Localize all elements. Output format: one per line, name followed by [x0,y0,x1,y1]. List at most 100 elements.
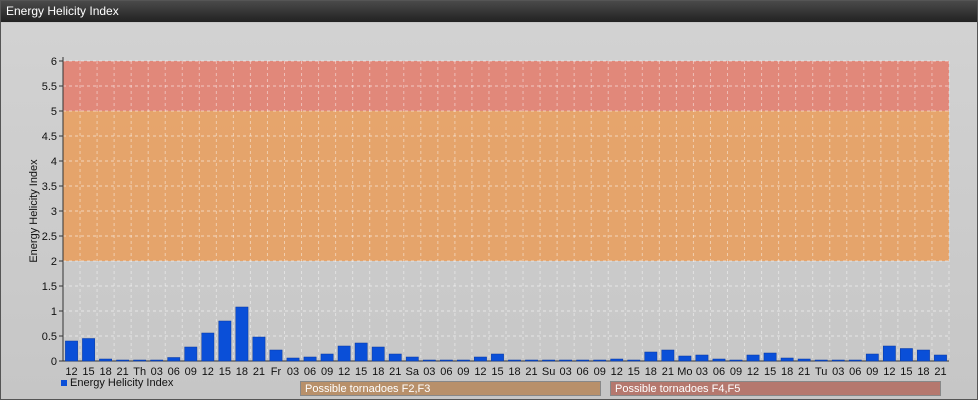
bar-11 [252,336,266,362]
legend-band-f4f5: Possible tornadoes F4,F5 [610,381,941,396]
x-tick-label-48: 12 [883,366,895,378]
x-tick-label-12: Fr [271,366,282,378]
bar-4 [133,359,147,362]
bar-21 [422,359,436,362]
bar-42 [780,357,794,362]
bar-0 [65,340,78,362]
x-tick-label-11: 21 [253,366,265,378]
bar-15 [320,353,334,362]
x-tick-label-50: 18 [917,366,929,378]
x-tick-label-31: 09 [594,366,606,378]
x-tick-label-28: Su [542,366,555,378]
bar-37 [695,354,709,362]
bar-1 [82,338,95,362]
y-axis-label: Energy Helicity Index [28,159,40,263]
x-tick-label-42: 18 [781,366,793,378]
legend-band-f2f3-label: Possible tornadoes F2,F3 [305,383,431,395]
x-tick-label-35: 21 [662,366,674,378]
x-tick-label-26: 18 [508,366,520,378]
x-tick-label-45: 03 [832,366,844,378]
bar-50 [917,349,930,362]
legend-band-f2f3: Possible tornadoes F2,F3 [300,381,601,396]
bar-18 [371,346,385,362]
x-tick-label-22: 06 [440,366,452,378]
bar-47 [865,353,879,362]
bar-35 [661,349,675,362]
bar-23 [457,359,470,362]
x-tick-label-43: 21 [798,366,810,378]
y-tick-label-12: 6 [51,56,57,68]
x-tick-label-24: 12 [474,366,486,378]
x-tick-label-46: 06 [849,366,861,378]
bar-17 [354,342,368,362]
x-tick-label-34: 18 [645,366,657,378]
x-tick-label-7: 09 [185,366,197,378]
x-tick-label-23: 09 [457,366,469,378]
bar-6 [167,357,181,362]
bar-51 [934,354,947,362]
bar-33 [627,359,641,362]
chart-area: 0 0.5 1 1.5 2 2.5 3 3.5 4 4.5 5 5.5 6 Energy Helicity… [1,23,977,399]
x-tick-label-8: 12 [202,366,214,378]
bar-22 [439,359,453,362]
x-tick-label-37: 03 [696,366,708,378]
y-tick-label-7: 3.5 [42,181,57,193]
bar-20 [405,356,419,362]
bar-29 [559,359,573,362]
bar-38 [712,358,726,362]
y-tick-label-5: 2.5 [42,231,57,243]
x-tick-label-41: 15 [764,366,776,378]
x-tick-label-15: 09 [321,366,333,378]
legend-swatch-series [61,380,67,386]
y-tick-label-0: 0 [51,356,57,368]
x-tick-label-40: 12 [747,366,759,378]
bar-43 [797,358,811,362]
bar-39 [729,359,743,362]
x-tick-label-16: 12 [338,366,350,378]
chart-window: Energy Helicity Index 0 0.5 1 1.5 2 2.5 3 3.5 4 4… [0,0,978,400]
x-tick-label-49: 15 [900,366,912,378]
y-tick-label-1: 0.5 [42,331,57,343]
y-tick-label-9: 4.5 [42,131,57,143]
bar-28 [542,359,555,362]
bar-40 [746,354,760,362]
x-tick-label-19: 21 [389,366,401,378]
y-tick-label-11: 5.5 [42,81,57,93]
y-tick-label-6: 3 [51,206,57,218]
bar-34 [644,351,658,362]
bar-24 [474,356,487,362]
y-tick-label-3: 1.5 [42,281,57,293]
title-bar: Energy Helicity Index [1,1,977,22]
bar-48 [882,345,896,362]
x-tick-label-25: 15 [491,366,503,378]
bar-12 [269,349,283,362]
x-tick-label-21: 03 [423,366,435,378]
bar-25 [491,353,504,362]
bar-49 [900,348,913,362]
x-tick-label-51: 21 [934,366,946,378]
x-tick-label-27: 21 [525,366,537,378]
bar-14 [303,356,317,362]
x-tick-label-32: 12 [611,366,623,378]
y-tick-label-10: 5 [51,106,57,118]
x-tick-label-29: 03 [560,366,572,378]
bar-32 [610,358,624,362]
x-tick-label-30: 06 [577,366,589,378]
x-tick-label-47: 09 [866,366,878,378]
y-tick-label-8: 4 [51,156,57,168]
bar-13 [286,357,300,362]
bar-3 [116,359,130,362]
bar-41 [763,352,777,362]
bar-19 [388,353,402,362]
x-tick-label-20: Sa [406,366,420,378]
x-tick-label-39: 09 [730,366,742,378]
bar-45 [831,359,845,362]
x-tick-label-18: 18 [372,366,384,378]
bar-16 [337,345,351,362]
bar-44 [814,359,828,362]
x-tick-label-44: Tu [815,366,827,378]
bar-30 [576,359,590,362]
x-tick-label-38: 06 [713,366,725,378]
bar-46 [848,359,862,362]
bar-27 [525,359,538,362]
